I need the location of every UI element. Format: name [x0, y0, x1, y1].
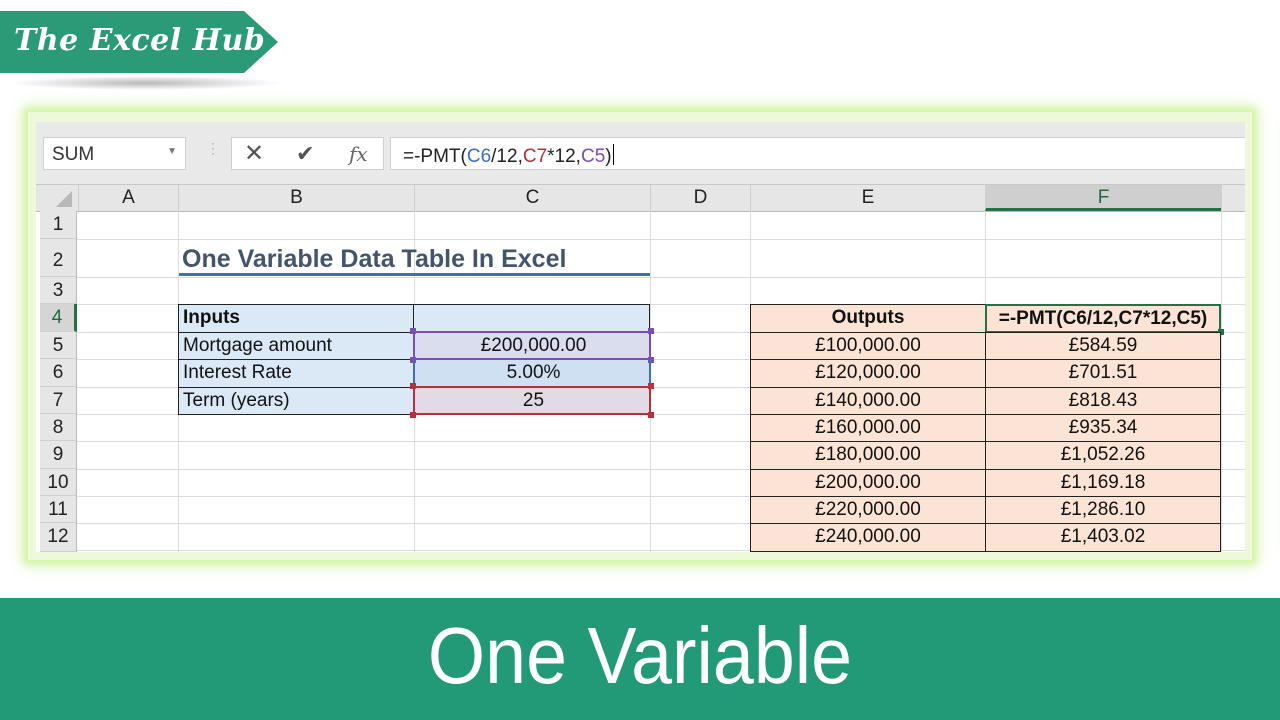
sheet-title[interactable]: One Variable Data Table In Excel — [178, 241, 650, 275]
enter-check-icon[interactable]: ✔ — [296, 142, 314, 166]
output-amount-cell[interactable]: £200,000.00 — [750, 469, 986, 497]
worksheet-grid: A B C D E F 1 2 3 4 5 6 7 8 9 10 11 12 O… — [36, 185, 1245, 552]
row-header-11[interactable]: 11 — [40, 496, 77, 523]
output-payment-cell[interactable]: £935.34 — [985, 414, 1221, 442]
reference-highlight-c7 — [413, 386, 651, 415]
inputs-header-cell[interactable]: Inputs — [178, 304, 415, 333]
input-label-term-years[interactable]: Term (years) — [178, 387, 415, 415]
output-formula-cell-selected[interactable]: =-PMT(C6/12,C7*12,C5) — [985, 304, 1221, 333]
name-box[interactable]: SUM ▼ — [43, 137, 186, 170]
name-box-value: SUM — [52, 144, 95, 165]
column-header-row: A B C D E F — [36, 185, 1245, 212]
output-amount-cell[interactable]: £120,000.00 — [750, 359, 986, 388]
reference-highlight-c5 — [413, 331, 651, 360]
column-header-c[interactable]: C — [414, 185, 650, 211]
output-amount-cell[interactable]: £100,000.00 — [750, 332, 986, 360]
output-amount-cell[interactable]: £140,000.00 — [750, 387, 986, 415]
reference-highlight-c6 — [413, 360, 651, 387]
output-amount-cell[interactable]: £180,000.00 — [750, 441, 986, 470]
gridline — [1221, 211, 1222, 552]
outputs-header-cell[interactable]: Outputs — [750, 304, 986, 333]
output-amount-cell[interactable]: £240,000.00 — [750, 523, 986, 552]
excel-sheet: SUM ▼ ⋮ ✕ ✔ fx =-PMT(C6/12,C7*12,C5) A B… — [36, 122, 1245, 552]
input-label-interest-rate[interactable]: Interest Rate — [178, 359, 415, 388]
formula-ref-c7: C7 — [522, 146, 548, 167]
output-payment-cell[interactable]: £701.51 — [985, 359, 1221, 388]
reference-handle[interactable] — [648, 412, 654, 418]
formula-text: =-PMT(C6/12,C7*12,C5) — [403, 144, 614, 168]
column-header-b[interactable]: B — [178, 185, 414, 211]
gridline — [77, 277, 1245, 278]
row-header-1[interactable]: 1 — [40, 211, 77, 239]
select-all-triangle-icon — [56, 191, 72, 207]
reference-handle[interactable] — [410, 412, 416, 418]
row-header-5[interactable]: 5 — [40, 332, 77, 359]
input-label-mortgage-amount[interactable]: Mortgage amount — [178, 332, 415, 360]
formula-input[interactable]: =-PMT(C6/12,C7*12,C5) — [390, 137, 1245, 170]
output-payment-cell[interactable]: £1,403.02 — [985, 523, 1221, 552]
select-all-button[interactable] — [40, 185, 78, 211]
output-amount-cell[interactable]: £160,000.00 — [750, 414, 986, 442]
column-header-g[interactable] — [1221, 185, 1245, 211]
row-header-6[interactable]: 6 — [40, 359, 77, 387]
row-header-10[interactable]: 10 — [40, 469, 77, 496]
bottom-banner: One Variable — [0, 598, 1280, 720]
column-header-f[interactable]: F — [985, 185, 1221, 211]
row-header-3[interactable]: 3 — [40, 277, 77, 304]
formula-part: *12, — [547, 146, 581, 167]
formula-part: /12, — [491, 146, 523, 167]
reference-handle[interactable] — [648, 328, 654, 334]
brand-logo-text: The Excel Hub — [14, 23, 266, 58]
gridline — [77, 239, 1245, 240]
formula-bar: SUM ▼ ⋮ ✕ ✔ fx =-PMT(C6/12,C7*12,C5) — [36, 122, 1245, 185]
formula-part: ) — [605, 146, 612, 167]
formula-bar-drag-handle[interactable]: ⋮ — [206, 141, 220, 163]
column-header-e[interactable]: E — [750, 185, 985, 211]
formula-ref-c5: C5 — [580, 146, 606, 167]
formula-part: =-PMT( — [403, 146, 467, 167]
output-payment-cell[interactable]: £1,286.10 — [985, 496, 1221, 524]
output-payment-cell[interactable]: £818.43 — [985, 387, 1221, 415]
row-header-4[interactable]: 4 — [40, 304, 77, 332]
inputs-header-blank-cell[interactable] — [413, 304, 650, 333]
reference-handle[interactable] — [648, 383, 654, 389]
brand-ribbon: The Excel Hub — [0, 11, 278, 73]
row-header-8[interactable]: 8 — [40, 414, 77, 441]
formula-ref-c6: C6 — [466, 146, 492, 167]
output-payment-cell[interactable]: £584.59 — [985, 332, 1221, 360]
row-header-12[interactable]: 12 — [40, 523, 77, 552]
output-payment-cell[interactable]: £1,169.18 — [985, 469, 1221, 497]
reference-handle[interactable] — [410, 328, 416, 334]
output-payment-cell[interactable]: £1,052.26 — [985, 441, 1221, 470]
title-underline — [179, 273, 650, 276]
formula-bar-buttons: ✕ ✔ fx — [231, 137, 384, 170]
brand-ribbon-shadow — [8, 76, 283, 90]
cancel-icon[interactable]: ✕ — [244, 142, 264, 166]
insert-function-icon[interactable]: fx — [349, 142, 368, 166]
row-header-9[interactable]: 9 — [40, 441, 77, 469]
banner-title: One Variable — [427, 611, 853, 700]
text-cursor — [612, 144, 614, 165]
column-header-d[interactable]: D — [650, 185, 750, 211]
reference-handle[interactable] — [410, 383, 416, 389]
row-header-7[interactable]: 7 — [40, 387, 77, 414]
column-header-a[interactable]: A — [78, 185, 178, 211]
chevron-down-icon[interactable]: ▼ — [167, 146, 177, 157]
output-amount-cell[interactable]: £220,000.00 — [750, 496, 986, 524]
row-header-2[interactable]: 2 — [40, 239, 77, 277]
